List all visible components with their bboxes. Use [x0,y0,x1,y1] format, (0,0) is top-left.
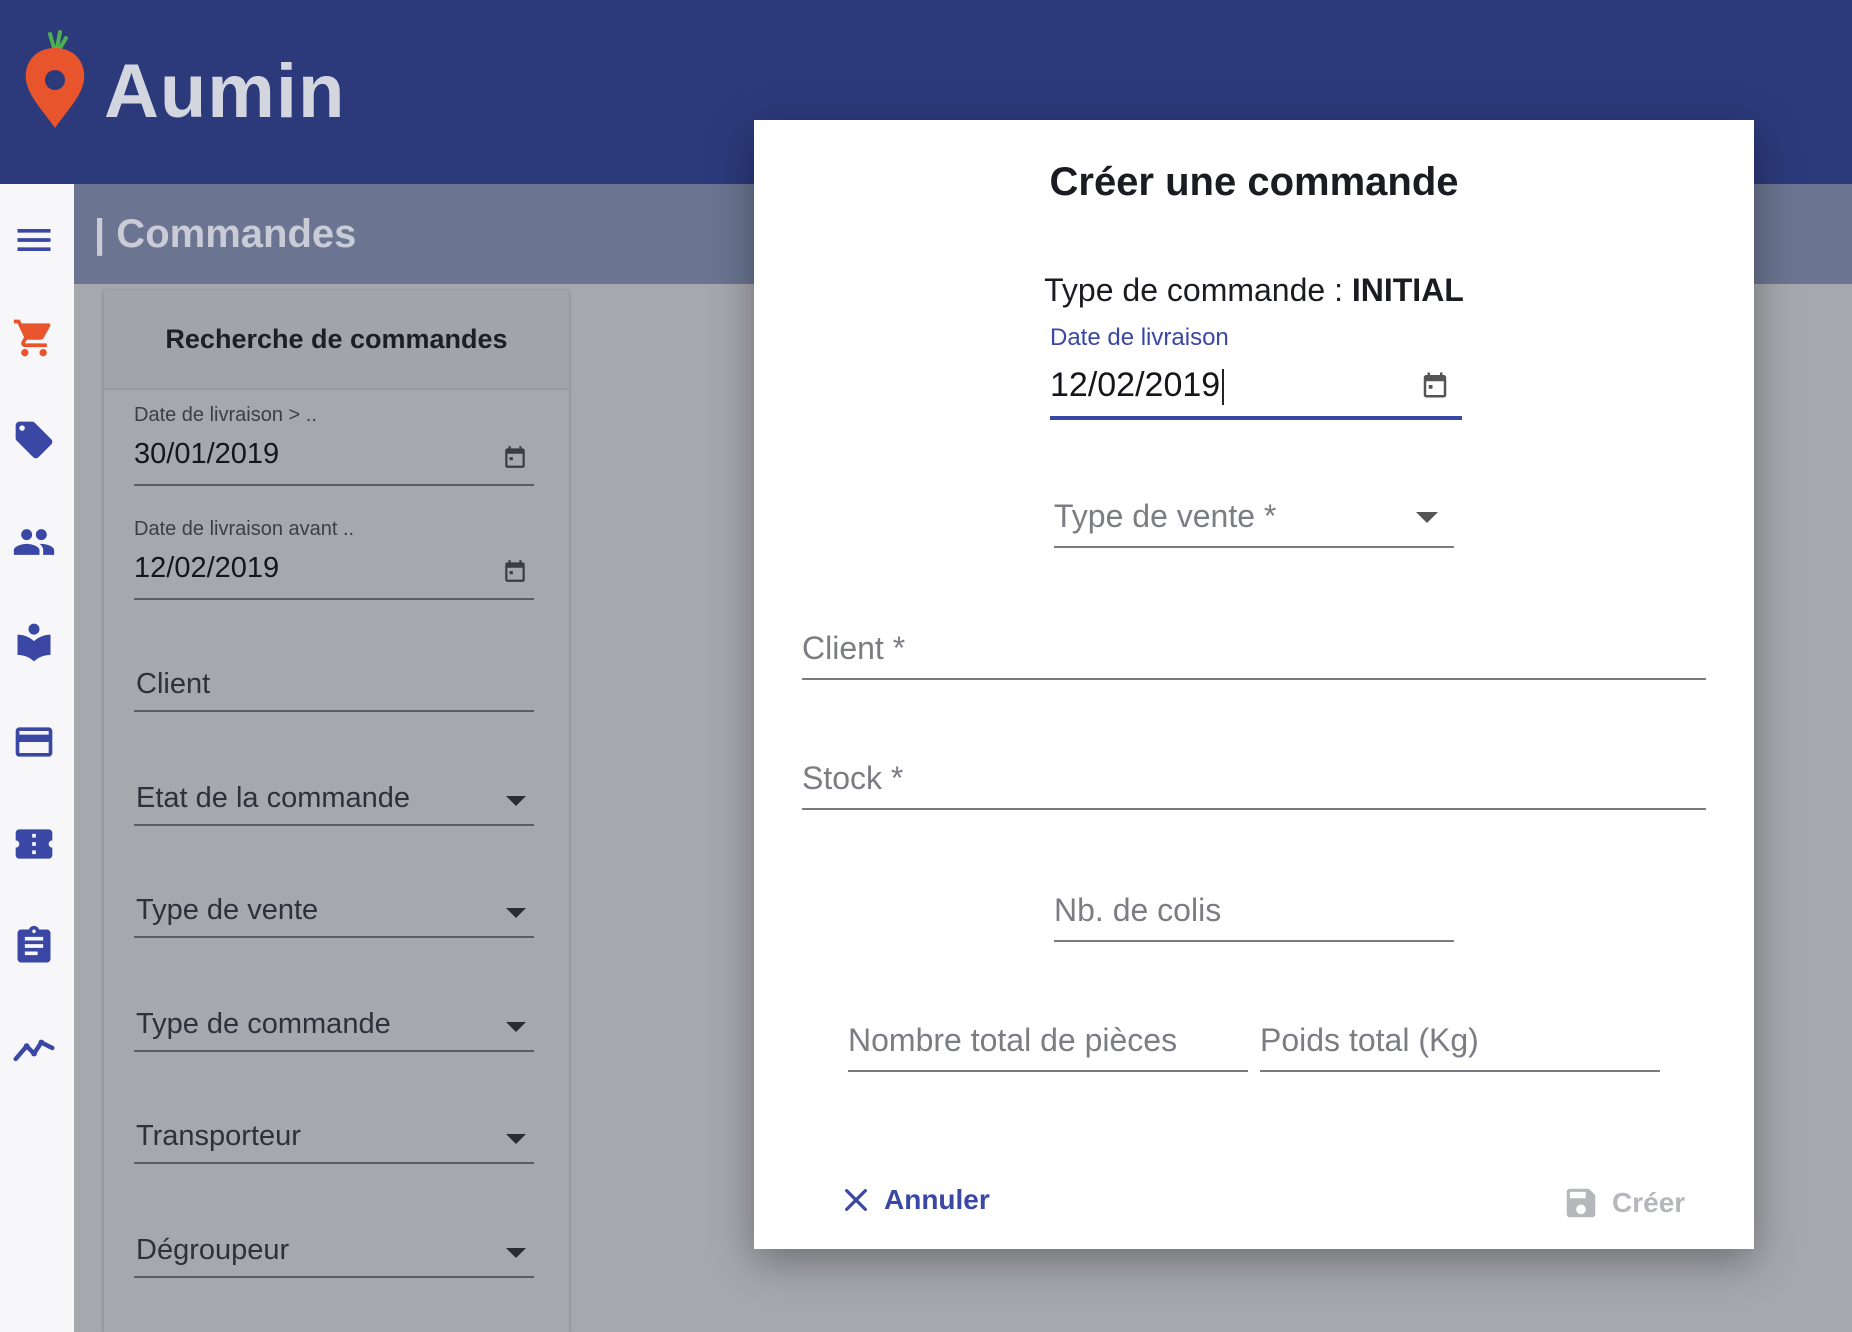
sidebar-item-statistiques[interactable] [10,1024,58,1072]
client-input[interactable]: Client * [802,620,1706,680]
dialog-title: Créer une commande [1049,160,1459,204]
trending-icon [13,1039,55,1062]
chevron-down-icon [506,1248,526,1258]
people-icon [13,529,55,555]
cart-icon [13,319,51,357]
search-transporteur-placeholder: Transporteur [136,1120,301,1152]
date-before-label: Date de livraison avant .. [134,518,355,540]
chevron-down-icon [506,1134,526,1144]
app-title: Aumin [104,49,346,134]
chevron-down-icon [506,908,526,918]
search-degroupeur-select[interactable]: Dégroupeur [134,1226,534,1278]
search-panel: Recherche de commandes Date de livraison… [104,290,569,1332]
date-after-field[interactable]: Date de livraison > .. 30/01/2019 [134,404,534,486]
search-panel-title: Recherche de commandes [165,323,508,354]
sidebar [0,184,74,1332]
menu-icon [17,229,51,251]
search-type-commande-select[interactable]: Type de commande [134,1000,534,1052]
create-order-dialog: Créer une commande Type de commande : IN… [754,120,1754,1249]
client-placeholder: Client * [802,630,906,666]
cancel-label: Annuler [884,1184,990,1215]
menu-button[interactable] [10,216,58,264]
sidebar-item-tickets[interactable] [10,820,58,868]
search-etat-placeholder: Etat de la commande [136,782,411,814]
pieces-total-placeholder: Nombre total de pièces [848,1022,1178,1058]
save-icon [1566,1188,1596,1218]
search-type-vente-placeholder: Type de vente [136,894,319,926]
order-type-value: INITIAL [1351,272,1464,308]
search-panel-header: Recherche de commandes [104,290,569,390]
text-cursor [1222,369,1225,406]
create-button[interactable]: Créer [1562,1184,1685,1222]
card-icon [15,727,53,757]
nb-colis-input[interactable]: Nb. de colis [1054,882,1454,942]
sidebar-item-clients[interactable] [10,518,58,566]
stock-input[interactable]: Stock * [802,750,1706,810]
search-type-vente-select[interactable]: Type de vente [134,886,534,938]
date-before-field[interactable]: Date de livraison avant .. 12/02/2019 [134,518,534,600]
calendar-icon[interactable] [502,444,528,470]
poids-total-input[interactable]: Poids total (Kg) [1260,1012,1660,1072]
search-etat-select[interactable]: Etat de la commande [134,774,534,826]
sidebar-item-articles[interactable] [10,416,58,464]
calendar-icon[interactable] [1420,370,1450,400]
delivery-date-value: 12/02/2019 [1050,366,1225,406]
search-degroupeur-placeholder: Dégroupeur [136,1234,290,1266]
search-client-placeholder: Client [136,668,211,700]
sidebar-item-commandes[interactable] [10,314,58,362]
clipboard-icon [17,925,51,963]
tag-icon [15,421,53,459]
ticket-icon [15,829,53,859]
cancel-button[interactable]: Annuler [840,1184,990,1216]
nb-colis-placeholder: Nb. de colis [1054,892,1222,928]
pieces-total-input[interactable]: Nombre total de pièces [848,1012,1248,1072]
sidebar-item-lecture[interactable] [10,618,58,666]
reader-icon [17,623,51,662]
calendar-icon[interactable] [502,558,528,584]
delivery-date-field[interactable]: Date de livraison 12/02/2019 [1050,320,1462,420]
sidebar-item-paiements[interactable] [10,718,58,766]
search-type-commande-placeholder: Type de commande [136,1008,391,1040]
delivery-date-label: Date de livraison [1050,324,1229,351]
search-transporteur-select[interactable]: Transporteur [134,1112,534,1164]
stock-placeholder: Stock * [802,760,904,796]
type-vente-select[interactable]: Type de vente * [1054,490,1454,548]
search-client-input[interactable]: Client [134,660,534,712]
type-vente-placeholder: Type de vente * [1054,498,1277,534]
order-type-line: Type de commande : INITIAL [754,272,1754,309]
chevron-down-icon [506,796,526,806]
order-type-label: Type de commande : [1044,272,1352,308]
delivery-date-text: 12/02/2019 [1050,366,1221,404]
date-after-label: Date de livraison > .. [134,404,317,426]
logo-carrot-pin-icon [25,30,85,128]
create-label: Créer [1612,1187,1686,1218]
date-after-value: 30/01/2019 [134,438,280,470]
sidebar-item-inventaire[interactable] [10,922,58,970]
poids-total-placeholder: Poids total (Kg) [1260,1022,1479,1058]
page-title: | Commandes [94,212,357,256]
date-before-value: 12/02/2019 [134,552,280,584]
chevron-down-icon [506,1022,526,1032]
close-icon [845,1189,867,1211]
chevron-down-icon [1416,512,1438,523]
